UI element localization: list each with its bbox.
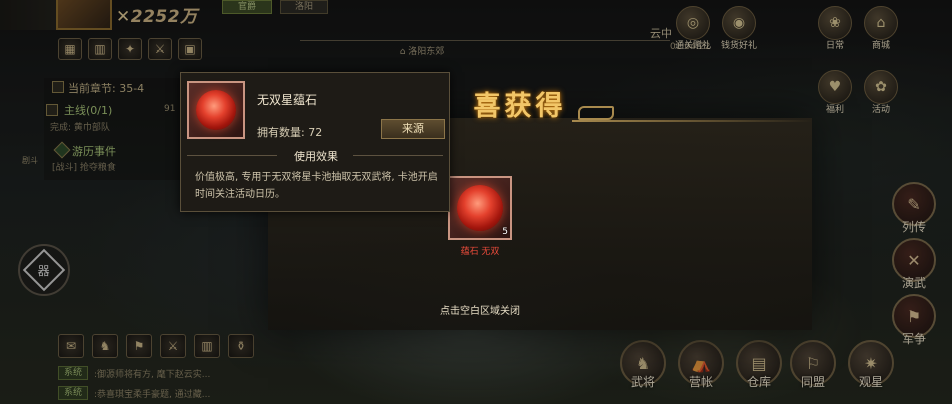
star-stone-icon xyxy=(196,90,236,130)
tooltip-section-title: 使用效果 xyxy=(294,150,338,163)
tooltip-description: 价值极高, 专用于无双将星卡池抽取无双武将, 卡池开启时间关注活动日历。 xyxy=(195,172,438,200)
tooltip-quantity: 拥有数量: 72 xyxy=(257,126,323,139)
close-hint: 点击空白区域关闭 xyxy=(440,306,520,317)
item-count: 5 xyxy=(502,227,508,237)
tooltip-item-frame xyxy=(187,81,245,139)
item-tooltip: 无双星蕴石 拥有数量: 72 来源 使用效果 价值极高, 专用于无双将星卡池抽取… xyxy=(180,72,450,212)
reward-item-name: 蕴石 无双 xyxy=(460,247,500,257)
ribbon-ornament-icon xyxy=(578,106,614,120)
divider xyxy=(353,155,443,156)
star-stone-icon xyxy=(457,185,503,231)
tooltip-item-name: 无双星蕴石 xyxy=(257,93,318,107)
ribbon-line xyxy=(572,120,812,122)
source-button[interactable]: 来源 xyxy=(381,119,445,139)
reward-item-card[interactable]: 5 xyxy=(448,176,512,240)
reward-title: 喜获得 xyxy=(473,90,567,122)
